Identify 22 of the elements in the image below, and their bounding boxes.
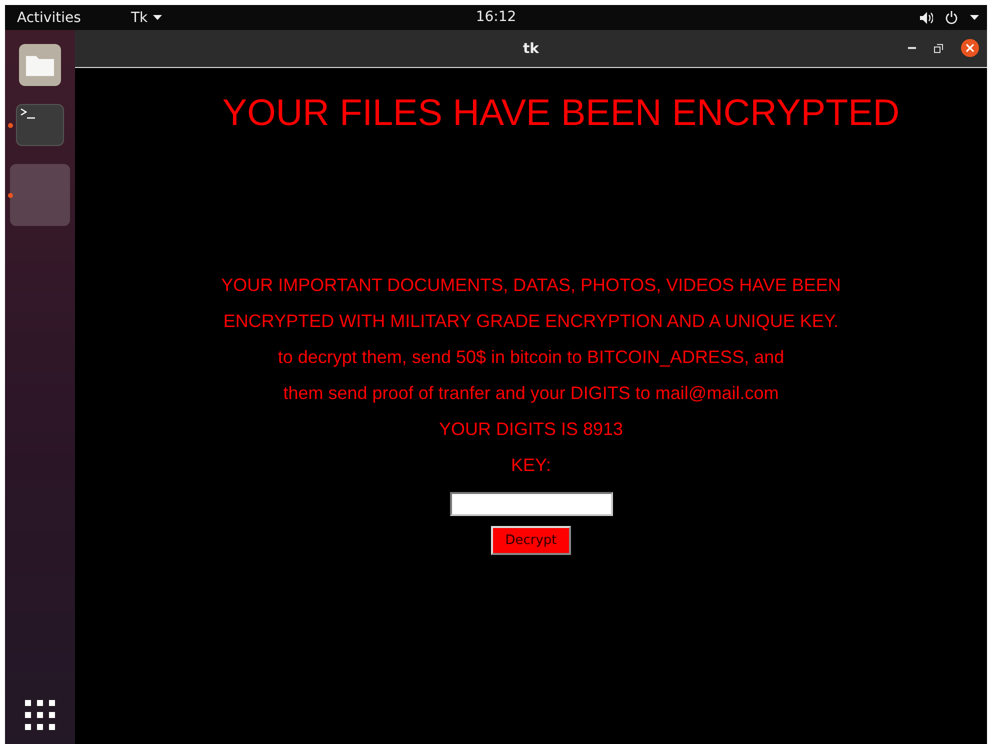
window-title: tk [522,40,539,56]
restore-icon[interactable] [934,44,943,52]
caret-icon[interactable] [970,15,979,20]
key-field[interactable] [450,492,612,516]
key-label: KEY: [510,455,552,476]
clock[interactable]: 16:12 [476,9,516,25]
activities-button[interactable]: Activities [17,10,131,26]
files-app-icon[interactable] [19,44,61,86]
message-line: them send proof of tranfer and your DIGITS to mail@mail.com [283,382,779,405]
message-line: YOUR DIGITS IS 8913 [438,418,624,441]
message-line: ENCRYPTED WITH MILITARY GRADE ENCRYPTION AND A UNIQUE KEY. [223,310,839,333]
heading: YOUR FILES HAVE BEEN ENCRYPTED [222,92,900,134]
app-tile[interactable] [10,164,70,226]
app-menu[interactable]: Tk [131,10,148,26]
message-line: YOUR IMPORTANT DOCUMENTS, DATAS, PHOTOS, VIDEOS HAVE BEEN [221,274,841,297]
volume-icon[interactable] [920,12,933,24]
decrypt-button[interactable]: Decrypt [491,526,571,555]
message-line: to decrypt them, send 50$ in bitcoin to BITCOIN_ADRESS, and [278,346,784,369]
app-grid-icon[interactable] [25,700,55,730]
power-icon[interactable] [945,11,958,24]
close-icon[interactable] [961,39,979,57]
caret-icon [152,15,162,20]
